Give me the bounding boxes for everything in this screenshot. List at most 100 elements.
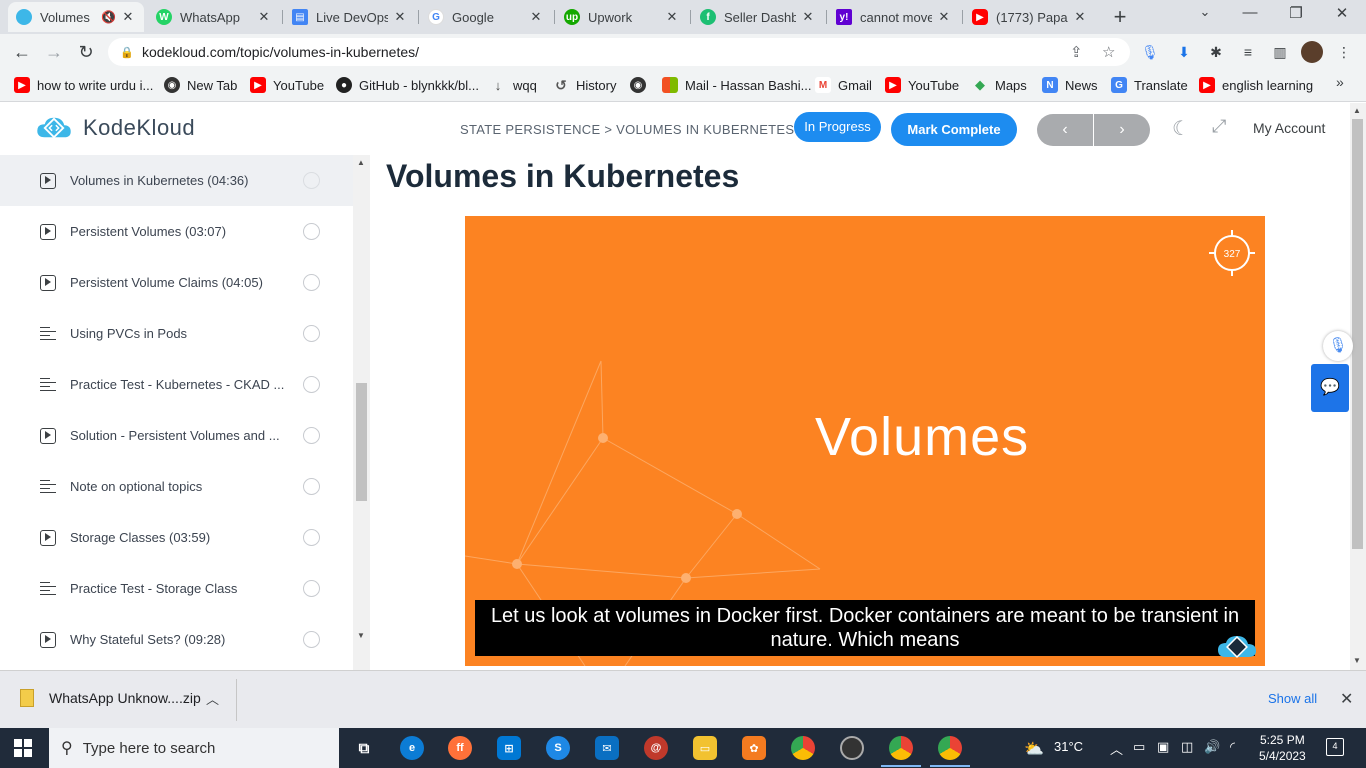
close-tab-icon[interactable]: ✕ [936,9,952,25]
bookmark-item[interactable]: ● GitHub - blynkkk/bl... [336,77,479,93]
file-explorer-icon[interactable]: ▭ [693,736,717,760]
microsoft-store-icon[interactable]: ⊞ [497,736,521,760]
scroll-down-arrow-icon[interactable]: ▼ [1353,656,1361,665]
chrome-icon[interactable] [791,736,815,760]
profile-avatar[interactable] [1301,41,1323,63]
tab-volumes[interactable]: Volumes 🔇 ✕ [8,2,144,32]
completion-circle-icon[interactable] [303,325,320,342]
microphone-icon[interactable]: 🎙 [1323,331,1353,361]
new-tab-button[interactable]: + [1108,4,1132,30]
page-scrollbar[interactable]: ▲ ▼ [1350,103,1366,670]
completion-circle-icon[interactable] [303,631,320,648]
completion-circle-icon[interactable] [303,172,320,189]
firefox-icon[interactable]: ff [448,736,472,760]
bookmark-item[interactable]: G Translate [1111,77,1188,93]
voice-search-extension-icon[interactable]: 🎙 [1140,42,1160,62]
reload-button[interactable]: ↻ [74,40,98,64]
tab-live-devops[interactable]: ▤ Live DevOps ✕ [284,2,416,32]
bookmark-star-icon[interactable]: ☆ [1102,43,1115,61]
lesson-item[interactable]: Solution - Persistent Volumes and ... [0,410,353,461]
minimize-button[interactable]: — [1238,4,1262,21]
bookmark-item[interactable]: N News [1042,77,1098,93]
chat-bubble-icon[interactable]: 💬 [1311,364,1349,412]
completion-circle-icon[interactable] [303,580,320,597]
completion-circle-icon[interactable] [303,376,320,393]
forward-button[interactable]: → [42,40,66,64]
close-tab-icon[interactable]: ✕ [256,9,272,25]
completion-circle-icon[interactable] [303,274,320,291]
bookmark-item[interactable]: ◆ Maps [972,77,1027,93]
url-text[interactable]: kodekloud.com/topic/volumes-in-kubernete… [142,44,419,60]
tab-google[interactable]: G Google ✕ [420,2,552,32]
lock-icon[interactable]: 🔒 [120,46,134,59]
close-tab-icon[interactable]: ✕ [664,9,680,25]
tab-youtube-papa[interactable]: ▶ (1773) Papa J ✕ [964,2,1096,32]
chevron-up-icon[interactable]: ︿ [1110,739,1123,758]
completion-circle-icon[interactable] [303,223,320,240]
restore-button[interactable]: ❐ [1284,4,1308,22]
reading-list-icon[interactable]: ≡ [1238,42,1258,62]
download-filename[interactable]: WhatsApp Unknow....zip [49,690,201,706]
download-item[interactable]: WhatsApp Unknow....zip [20,689,201,707]
side-panel-icon[interactable]: ▥ [1270,42,1290,62]
bookmark-item[interactable]: M Gmail [815,77,872,93]
close-tab-icon[interactable]: ✕ [528,9,544,25]
share-icon[interactable]: ⇪ [1070,43,1083,61]
chrome-profile-h-icon[interactable] [930,736,970,767]
in-progress-button[interactable]: In Progress [794,112,881,142]
tab-cannot-move[interactable]: y! cannot move ✕ [828,2,960,32]
dark-mode-moon-icon[interactable]: ☾ [1172,116,1190,141]
completion-circle-icon[interactable] [303,478,320,495]
settings-app-icon[interactable]: ✿ [742,736,766,760]
snail-app-icon[interactable]: @ [644,736,668,760]
download-extension-icon[interactable]: ⬇ [1174,42,1194,62]
lesson-item[interactable]: Persistent Volume Claims (04:05) [0,257,353,308]
close-tab-icon[interactable]: ✕ [392,9,408,25]
speaker-icon[interactable]: 🔊 [1204,739,1220,755]
video-player[interactable]: Volumes 327 [465,216,1265,666]
close-tab-icon[interactable]: ✕ [1072,9,1088,25]
tab-whatsapp[interactable]: W WhatsApp ✕ [148,2,280,32]
close-download-bar-icon[interactable]: ✕ [1340,689,1353,709]
system-clock[interactable]: 5:25 PM 5/4/2023 [1259,732,1306,764]
chrome-profile-icon[interactable] [881,736,921,767]
skype-icon[interactable]: S [546,736,570,760]
close-window-button[interactable]: ✕ [1330,4,1354,22]
close-tab-icon[interactable]: ✕ [120,9,136,25]
bookmark-item[interactable]: ◉ [630,77,653,93]
weather-cloud-icon[interactable]: ⛅ [1024,739,1044,759]
kodekloud-logo[interactable]: KodeKloud [35,115,195,141]
notification-center-icon[interactable]: 4 [1326,738,1344,756]
address-bar[interactable]: 🔒 kodekloud.com/topic/volumes-in-kuberne… [108,38,1130,66]
speaker-muted-icon[interactable]: 🔇 [101,10,116,24]
monitor-icon[interactable]: ▣ [1157,739,1169,755]
scroll-up-arrow-icon[interactable]: ▲ [357,158,365,167]
bookmark-item[interactable]: ↺ History [553,77,616,93]
lesson-item[interactable]: Practice Test - Kubernetes - CKAD ... [0,359,353,410]
edge-browser-icon[interactable]: e [400,736,424,760]
bookmark-item[interactable]: ↓ wqq [490,77,537,93]
tab-upwork[interactable]: up Upwork ✕ [556,2,688,32]
bookmark-item[interactable]: ▶ how to write urdu i... [14,77,153,93]
bookmarks-overflow-icon[interactable]: » [1336,74,1344,90]
lesson-item[interactable]: Note on optional topics [0,461,353,512]
mail-icon[interactable]: ✉ [595,736,619,760]
tab-search-chevron-icon[interactable]: ⌄ [1193,4,1217,20]
mark-complete-button[interactable]: Mark Complete [891,113,1017,146]
network-drive-icon[interactable]: ▭ [1133,739,1145,755]
sidebar-scrollbar[interactable]: ▲ ▼ [353,155,370,670]
back-button[interactable]: ← [10,40,34,64]
scroll-up-arrow-icon[interactable]: ▲ [1353,106,1361,115]
task-view-icon[interactable]: ⧉ [352,736,376,760]
completion-circle-icon[interactable] [303,427,320,444]
show-all-downloads-link[interactable]: Show all [1268,691,1317,706]
scroll-down-arrow-icon[interactable]: ▼ [357,631,365,640]
next-lesson-button[interactable]: › [1094,114,1150,146]
completion-circle-icon[interactable] [303,529,320,546]
camera-icon[interactable]: ◫ [1181,739,1193,755]
lesson-item[interactable]: Persistent Volumes (03:07) [0,206,353,257]
obs-icon[interactable] [840,736,864,760]
chevron-up-icon[interactable]: ︿ [206,689,219,708]
extensions-puzzle-icon[interactable]: ✱ [1206,42,1226,62]
tab-seller-dashboard[interactable]: f Seller Dashbo ✕ [692,2,824,32]
